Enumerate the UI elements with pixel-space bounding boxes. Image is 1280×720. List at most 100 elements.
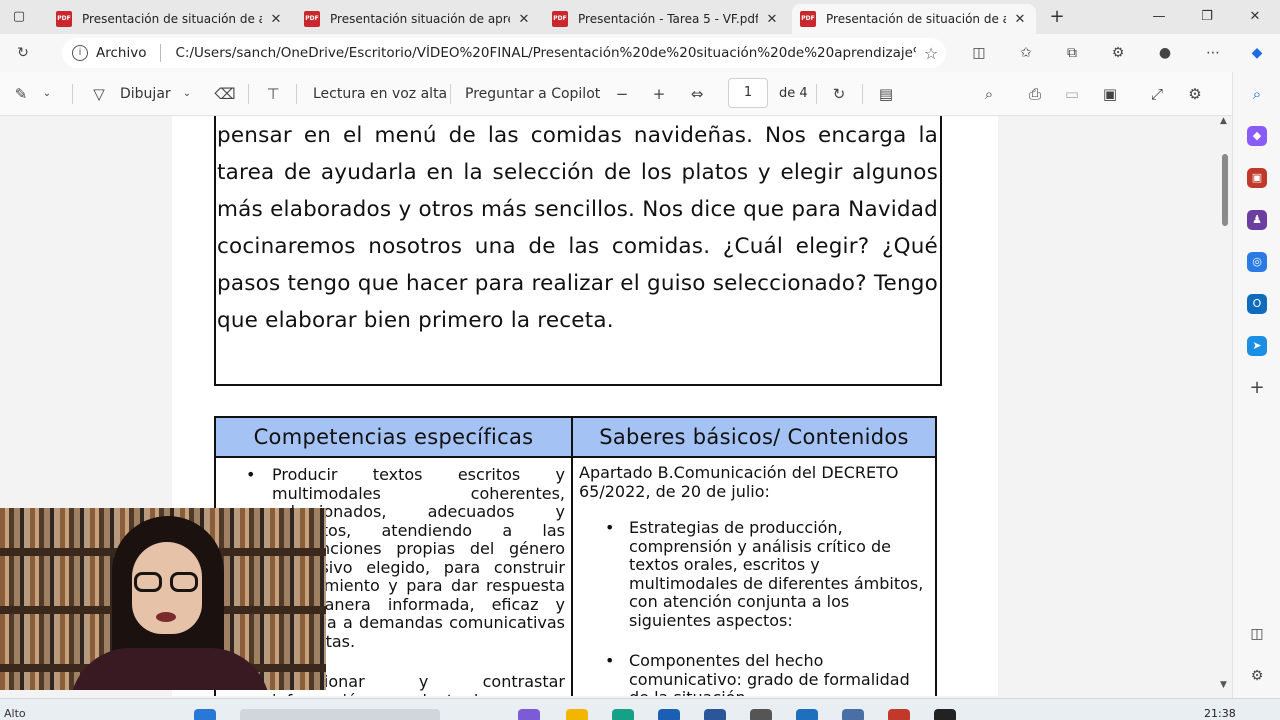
copilot-icon[interactable]: ◆: [1246, 42, 1268, 64]
sidebar-layout-icon[interactable]: ◫: [1247, 624, 1267, 644]
eraser-icon[interactable]: ⌫: [214, 84, 236, 104]
pdf-icon: PDF: [800, 11, 816, 27]
pdf-icon: PDF: [56, 11, 72, 27]
address-bar: ↻ i Archivo C:/Users/sanch/OneDrive/Escr…: [0, 34, 1280, 72]
taskbar-app-icon[interactable]: [842, 709, 864, 720]
taskbar-app-icon[interactable]: [518, 709, 540, 720]
taskbar-app-icon[interactable]: [658, 709, 680, 720]
highlight-icon[interactable]: ✎: [10, 84, 32, 104]
fit-width-icon[interactable]: ⇔: [686, 84, 708, 104]
refresh-icon[interactable]: ↻: [12, 42, 34, 64]
file-explorer-icon[interactable]: [566, 709, 588, 720]
extensions-icon[interactable]: ⚙: [1107, 42, 1129, 64]
fullscreen-icon[interactable]: ⤢: [1146, 84, 1168, 104]
info-icon[interactable]: i: [72, 45, 88, 61]
tab-4-active[interactable]: PDF Presentación de situación de apr ✕: [792, 4, 1036, 34]
pdf-icon: PDF: [304, 11, 320, 27]
tab-3[interactable]: PDF Presentación - Tarea 5 - VF.pdf ✕: [544, 4, 788, 34]
rotate-icon[interactable]: ↻: [828, 84, 850, 104]
save-as-icon[interactable]: ▣: [1099, 84, 1121, 104]
shopping-tag-icon[interactable]: ◆: [1247, 126, 1267, 146]
presenter-glasses: [134, 572, 200, 592]
tab-strip: ▢ PDF Presentación de situación de apr ✕…: [0, 0, 1280, 34]
more-options-icon[interactable]: ⋯: [1202, 42, 1224, 64]
list-item: Estrategias de producción, comprensión y…: [579, 518, 929, 630]
start-windows-icon[interactable]: [194, 709, 216, 720]
draw-button[interactable]: Dibujar: [120, 84, 171, 104]
tab-title: Presentación de situación de apr: [82, 12, 262, 26]
microsoft-365-icon[interactable]: ◎: [1247, 252, 1267, 272]
print-icon[interactable]: ⎙: [1024, 84, 1046, 104]
tab-2[interactable]: PDF Presentación situación de aprend ✕: [296, 4, 540, 34]
favorite-star-icon[interactable]: ☆: [916, 44, 946, 63]
close-icon[interactable]: ✕: [764, 12, 780, 27]
minimize-icon[interactable]: —: [1144, 6, 1174, 28]
tab-actions-icon[interactable]: ▢: [8, 7, 30, 27]
pdf-toolbar: ✎ ⌄ ▽ Dibujar ⌄ ⌫ ⊤ Lectura en voz alta …: [0, 72, 1232, 116]
scenario-text-box: pensar en el menú de las comidas navideñ…: [214, 116, 942, 386]
page-number-input[interactable]: 1: [728, 78, 768, 108]
table-header-competencies: Competencias específicas: [214, 416, 573, 458]
tab-1[interactable]: PDF Presentación de situación de apr ✕: [48, 4, 292, 34]
list-item: Componentes del hecho comunicativo: grad…: [579, 651, 929, 696]
telegram-send-icon[interactable]: ➤: [1247, 336, 1267, 356]
chevron-down-icon[interactable]: ⌄: [176, 84, 198, 104]
taskbar-app-icon[interactable]: [888, 709, 910, 720]
ask-copilot-button[interactable]: Preguntar a Copilot: [465, 84, 600, 104]
address-prefix: Archivo: [96, 45, 147, 61]
draw-icon[interactable]: ▽: [88, 84, 110, 104]
collections-icon[interactable]: ⧉: [1061, 42, 1083, 64]
divider: [296, 84, 297, 104]
text-box-icon[interactable]: ⊤: [262, 84, 284, 104]
status-text: Alto: [4, 707, 26, 720]
scroll-up-icon[interactable]: ▲: [1220, 116, 1227, 126]
tools-briefcase-icon[interactable]: ▣: [1247, 168, 1267, 188]
outlook-icon[interactable]: O: [1247, 294, 1267, 314]
edge-sidebar: ⌕ ◆ ▣ ♟ ◎ O ➤ + ◫ ⚙: [1232, 72, 1280, 698]
close-window-icon[interactable]: ✕: [1240, 6, 1270, 28]
page-total: de 4: [779, 86, 808, 101]
search-icon[interactable]: ⌕: [1247, 84, 1267, 104]
taskbar-search-box[interactable]: [240, 709, 440, 720]
knowledge-cell: Apartado B.Comunicación del DECRETO 65/2…: [571, 457, 937, 696]
zoom-out-icon[interactable]: −: [611, 84, 633, 104]
read-aloud-button[interactable]: Lectura en voz alta: [313, 84, 447, 104]
divider: [248, 84, 249, 104]
favorites-icon[interactable]: ✩: [1015, 42, 1037, 64]
divider: [160, 44, 162, 62]
profile-avatar-icon[interactable]: ●: [1154, 42, 1176, 64]
add-plus-icon[interactable]: +: [1247, 378, 1267, 398]
taskbar-app-icon[interactable]: [796, 709, 818, 720]
settings-gear-icon[interactable]: ⚙: [1184, 84, 1206, 104]
restore-icon[interactable]: ❐: [1192, 6, 1222, 28]
system-clock[interactable]: 21:38: [1204, 707, 1236, 720]
divider: [862, 84, 863, 104]
search-icon[interactable]: ⌕: [978, 84, 1000, 104]
split-screen-icon[interactable]: ◫: [968, 42, 990, 64]
games-icon[interactable]: ♟: [1247, 210, 1267, 230]
scenario-text: pensar en el menú de las comidas navideñ…: [217, 123, 938, 333]
close-icon[interactable]: ✕: [1012, 12, 1028, 27]
knowledge-list: Estrategias de producción, comprensión y…: [579, 518, 929, 696]
close-icon[interactable]: ✕: [516, 12, 532, 27]
url-text[interactable]: C:/Users/sanch/OneDrive/Escritorio/VÍDEO…: [175, 45, 916, 61]
taskbar-app-icon[interactable]: [934, 709, 956, 720]
tab-title: Presentación situación de aprend: [330, 12, 510, 26]
zoom-in-icon[interactable]: +: [648, 84, 670, 104]
taskbar-app-icon[interactable]: [750, 709, 772, 720]
chevron-down-icon[interactable]: ⌄: [36, 84, 58, 104]
scrollbar-thumb[interactable]: [1222, 154, 1228, 226]
divider: [450, 84, 451, 104]
plus-icon[interactable]: +: [1046, 7, 1068, 27]
scroll-down-icon[interactable]: ▼: [1220, 680, 1227, 690]
close-icon[interactable]: ✕: [268, 12, 284, 27]
sidebar-settings-gear-icon[interactable]: ⚙: [1247, 666, 1267, 686]
word-icon[interactable]: [704, 709, 726, 720]
save-icon[interactable]: ▭: [1061, 84, 1083, 104]
divider: [72, 84, 73, 104]
page-view-icon[interactable]: ▤: [875, 84, 897, 104]
vertical-scrollbar[interactable]: ▲ ▼: [1218, 116, 1232, 696]
edge-browser-icon[interactable]: [612, 709, 634, 720]
taskbar: Alto 21:38: [0, 698, 1280, 720]
omnibox[interactable]: i Archivo C:/Users/sanch/OneDrive/Escrit…: [62, 38, 946, 68]
